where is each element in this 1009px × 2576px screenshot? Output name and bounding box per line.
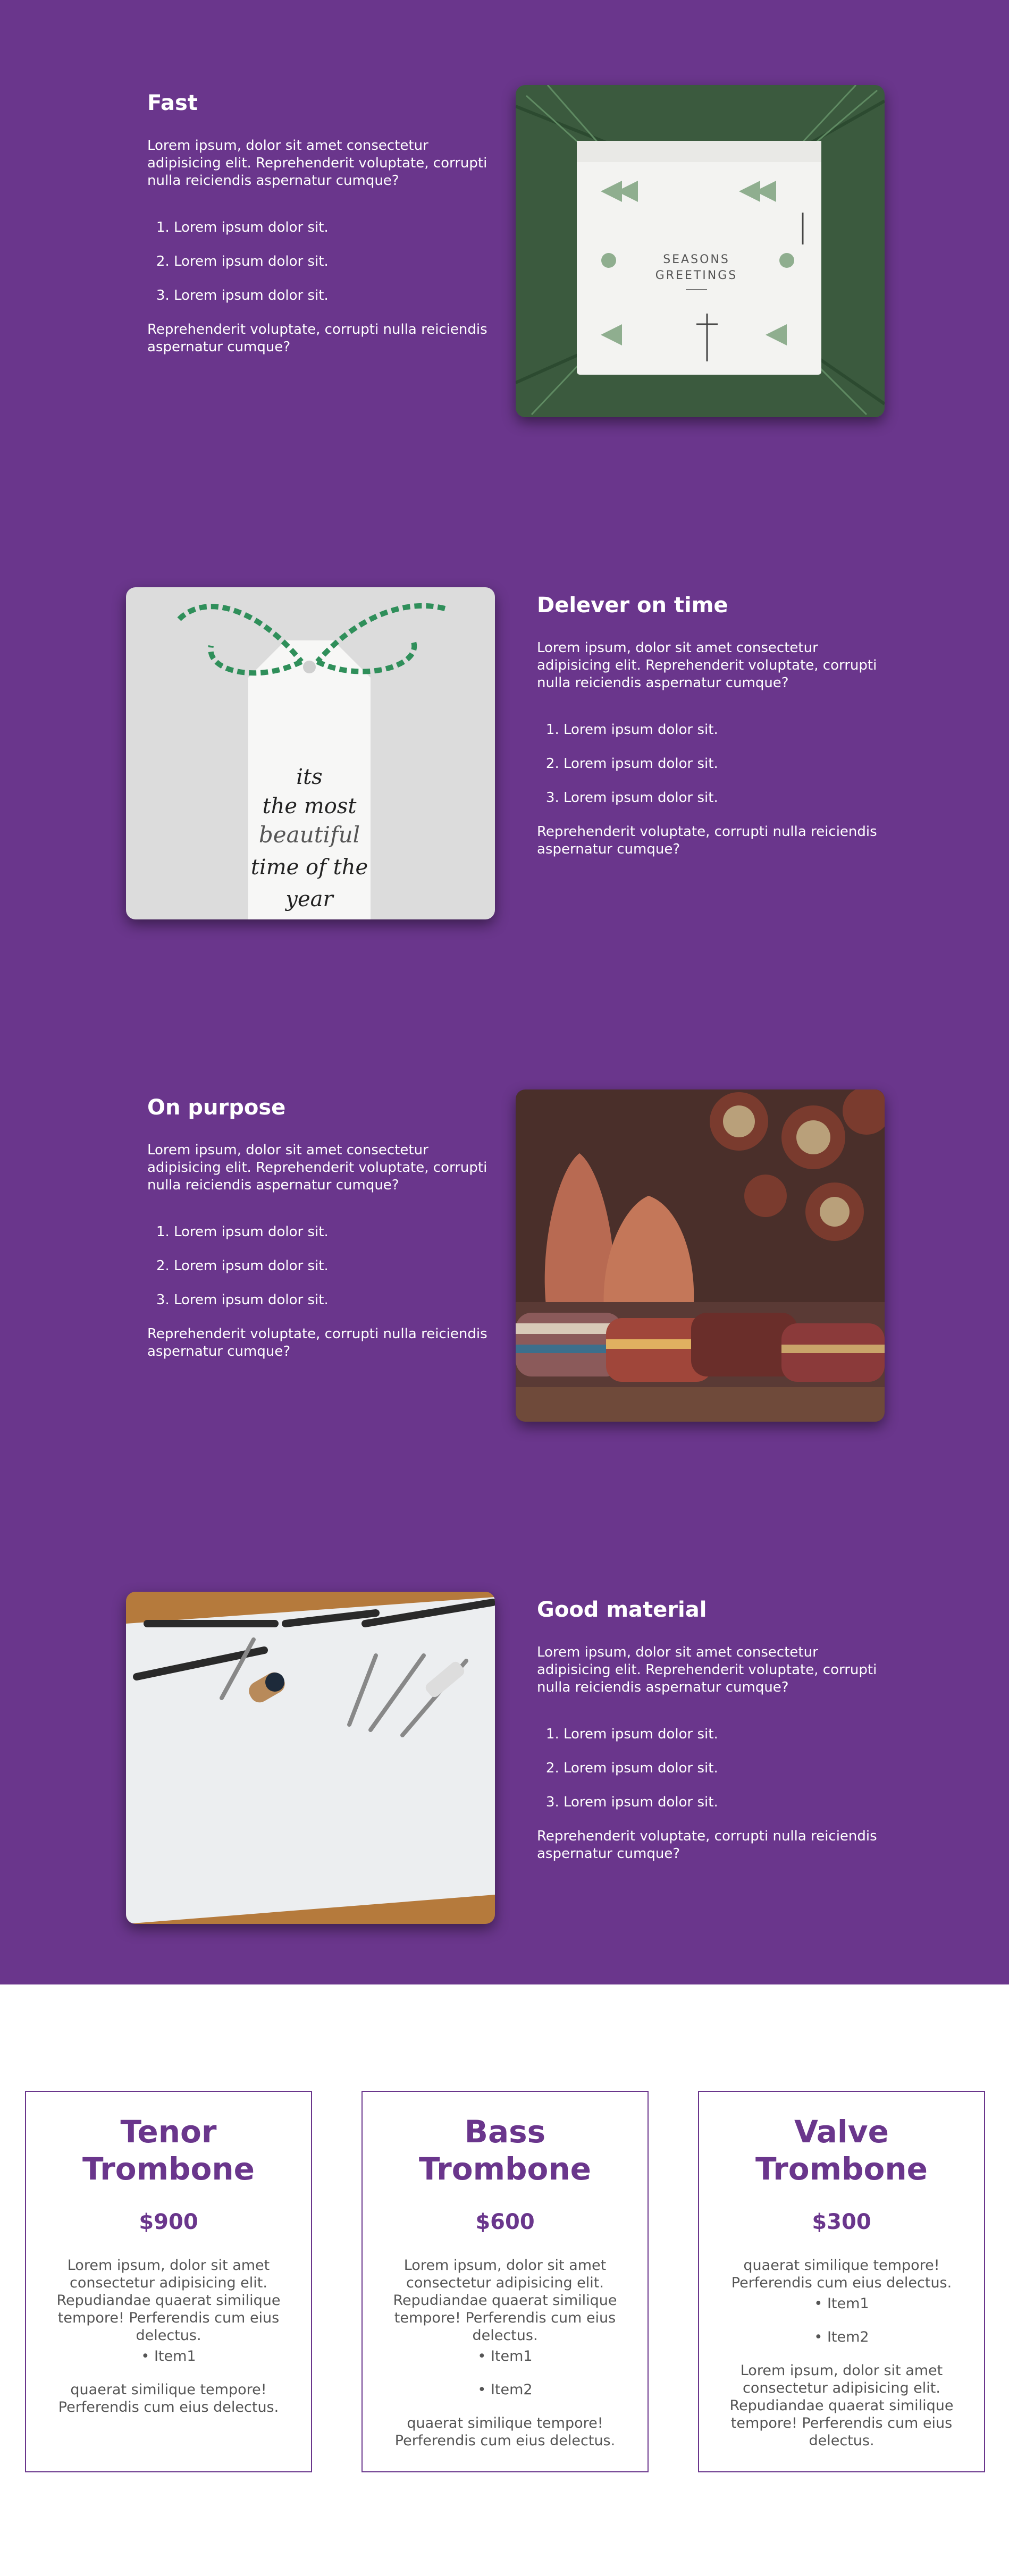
tag-line-5: year (284, 887, 334, 911)
card-title-line: Bass (464, 2114, 546, 2150)
feature-deliver: its the most beautiful time of the year … (0, 502, 1009, 919)
features-section: Fast Lorem ipsum, dolor sit amet consect… (0, 0, 1009, 1984)
feature-intro: Lorem ipsum, dolor sit amet consectetur … (147, 138, 487, 189)
pricing-card-tenor[interactable]: Tenor Trombone $900 Lorem ipsum, dolor s… (25, 2091, 312, 2472)
list-item: Lorem ipsum dolor sit. (564, 721, 882, 739)
tag-line-1: its (296, 765, 322, 789)
pricing-section: Tenor Trombone $900 Lorem ipsum, dolor s… (0, 1984, 1009, 2576)
card-title: Valve Trombone (720, 2113, 963, 2188)
feature-list: Lorem ipsum dolor sit. Lorem ipsum dolor… (174, 219, 493, 305)
tag-line-4: time of the (251, 855, 368, 880)
feature-title: Good material (537, 1598, 707, 1622)
feature-text: Fast Lorem ipsum, dolor sit amet consect… (147, 90, 493, 356)
greetings-text: GREETINGS (655, 269, 738, 282)
feature-intro: Lorem ipsum, dolor sit amet consectetur … (537, 1644, 877, 1695)
card-title-line: Valve (794, 2114, 889, 2150)
gift-box-photo: SEASONS GREETINGS (516, 85, 885, 417)
gift-tag-photo: its the most beautiful time of the year (126, 587, 495, 919)
list-item: Item2 (384, 2381, 626, 2398)
card-list: Item1 Item2 (720, 2295, 963, 2346)
pricing-card-valve[interactable]: Valve Trombone $300 quaerat similique te… (698, 2091, 985, 2472)
pricing-card-bass[interactable]: Bass Trombone $600 Lorem ipsum, dolor si… (361, 2091, 649, 2472)
list-item: Lorem ipsum dolor sit. (174, 219, 493, 237)
list-item: Lorem ipsum dolor sit. (174, 287, 493, 305)
list-item: Lorem ipsum dolor sit. (564, 789, 882, 807)
feature-outro: Reprehenderit voluptate, corrupti nulla … (147, 322, 487, 355)
list-item: Lorem ipsum dolor sit. (564, 1760, 882, 1777)
card-title-line: Trombone (418, 2151, 592, 2187)
list-item: Item2 (720, 2328, 963, 2346)
feature-text: Good material Lorem ipsum, dolor sit ame… (537, 1597, 882, 1863)
card-title-line: Trombone (82, 2151, 255, 2187)
list-item: Item1 (47, 2347, 290, 2365)
list-item: Lorem ipsum dolor sit. (564, 1726, 882, 1743)
card-text: Lorem ipsum, dolor sit amet consectetur … (393, 2257, 617, 2344)
feature-title: On purpose (147, 1095, 286, 1120)
tools-photo (126, 1592, 495, 1924)
card-list: Item1 (47, 2347, 290, 2365)
feature-text: Delever on time Lorem ipsum, dolor sit a… (537, 593, 882, 858)
card-price: $300 (812, 2210, 871, 2234)
feature-outro: Reprehenderit voluptate, corrupti nulla … (147, 1326, 487, 1359)
seasons-text: SEASONS (663, 253, 730, 266)
clay-pots-photo (516, 1089, 885, 1422)
card-list: Item1 Item2 (384, 2347, 626, 2398)
list-item: Item1 (384, 2347, 626, 2365)
feature-outro: Reprehenderit voluptate, corrupti nulla … (537, 1828, 877, 1862)
card-text: quaerat similique tempore! Perferendis c… (58, 2381, 279, 2415)
feature-title: Delever on time (537, 593, 728, 618)
list-item: Lorem ipsum dolor sit. (174, 1223, 493, 1241)
feature-title: Fast (147, 91, 198, 115)
feature-good-material: Good material Lorem ipsum, dolor sit ame… (0, 1507, 1009, 1924)
card-title: Bass Trombone (384, 2113, 626, 2188)
card-title: Tenor Trombone (47, 2113, 290, 2188)
card-title-line: Trombone (755, 2151, 928, 2187)
list-item: Lorem ipsum dolor sit. (174, 253, 493, 271)
feature-intro: Lorem ipsum, dolor sit amet consectetur … (147, 1142, 487, 1193)
card-text: Lorem ipsum, dolor sit amet consectetur … (729, 2362, 954, 2449)
card-price: $900 (139, 2210, 198, 2234)
list-item: Lorem ipsum dolor sit. (564, 755, 882, 773)
list-item: Lorem ipsum dolor sit. (564, 1794, 882, 1811)
list-item: Lorem ipsum dolor sit. (174, 1257, 493, 1275)
feature-list: Lorem ipsum dolor sit. Lorem ipsum dolor… (564, 721, 882, 807)
feature-fast: Fast Lorem ipsum, dolor sit amet consect… (0, 0, 1009, 417)
feature-on-purpose: On purpose Lorem ipsum, dolor sit amet c… (0, 1004, 1009, 1422)
feature-list: Lorem ipsum dolor sit. Lorem ipsum dolor… (174, 1223, 493, 1309)
card-title-line: Tenor (120, 2114, 217, 2150)
tag-line-2: the most (263, 794, 357, 818)
feature-text: On purpose Lorem ipsum, dolor sit amet c… (147, 1095, 493, 1361)
card-text: quaerat similique tempore! Perferendis c… (731, 2257, 952, 2291)
feature-intro: Lorem ipsum, dolor sit amet consectetur … (537, 640, 877, 691)
tag-line-3: beautiful (259, 822, 360, 848)
feature-outro: Reprehenderit voluptate, corrupti nulla … (537, 824, 877, 857)
list-item: Lorem ipsum dolor sit. (174, 1291, 493, 1309)
card-text: quaerat similique tempore! Perferendis c… (394, 2415, 616, 2449)
feature-list: Lorem ipsum dolor sit. Lorem ipsum dolor… (564, 1726, 882, 1811)
list-item: Item1 (720, 2295, 963, 2312)
card-text: Lorem ipsum, dolor sit amet consectetur … (56, 2257, 281, 2344)
card-price: $600 (475, 2210, 535, 2234)
